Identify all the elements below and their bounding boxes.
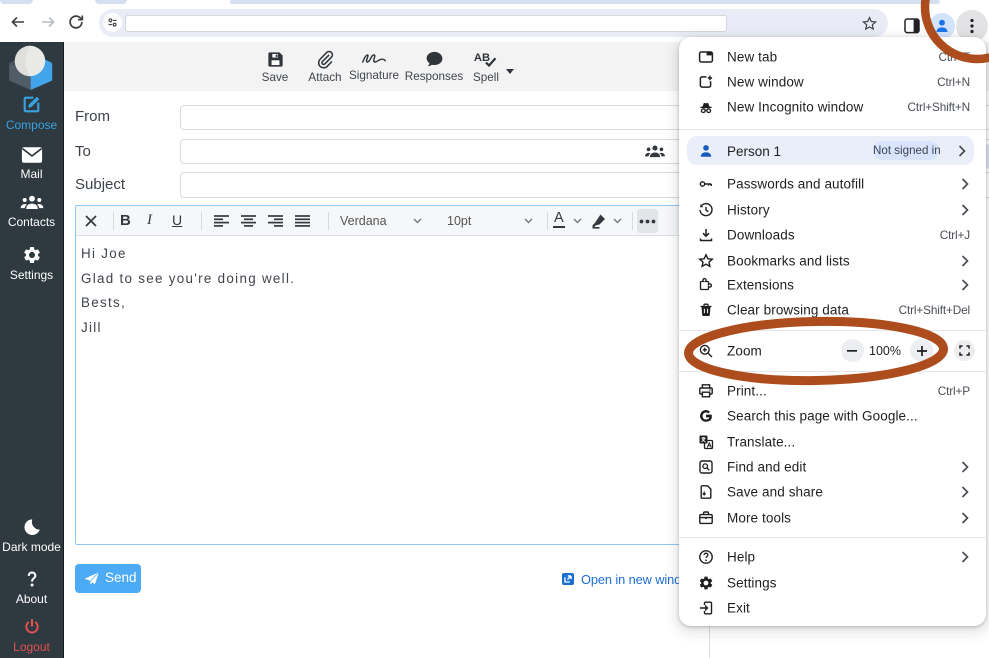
svg-text:AB: AB [474, 52, 490, 64]
